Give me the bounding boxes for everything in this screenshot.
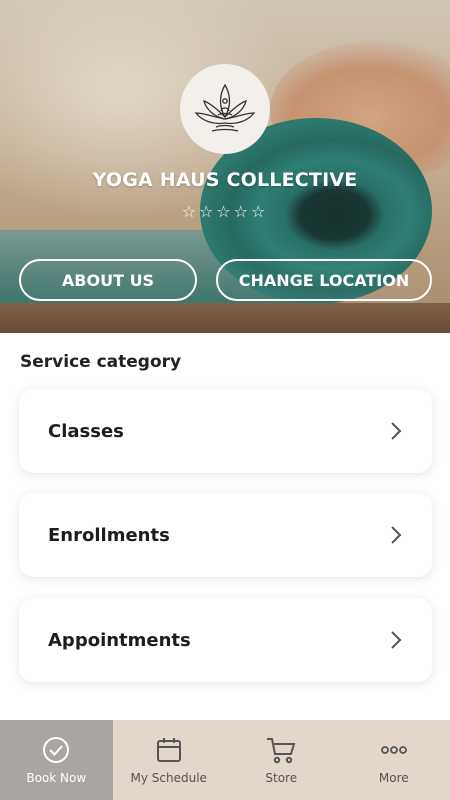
tab-label: Book Now	[26, 771, 87, 785]
about-us-button[interactable]: ABOUT US	[19, 259, 197, 301]
change-location-button[interactable]: CHANGE LOCATION	[216, 259, 432, 301]
service-card-enrollments[interactable]: Enrollments	[19, 493, 432, 577]
tab-label: More	[378, 771, 409, 785]
bottom-tab-bar: Book Now My Schedule Store More	[0, 720, 450, 800]
tab-label: Store	[265, 771, 298, 785]
tab-book-now[interactable]: Book Now	[0, 720, 113, 800]
check-circle-icon	[43, 737, 70, 763]
service-card-appointments[interactable]: Appointments	[19, 598, 432, 682]
studio-logo	[180, 64, 270, 154]
tab-label: My Schedule	[130, 771, 207, 785]
chevron-right-icon	[391, 422, 402, 440]
tab-my-schedule[interactable]: My Schedule	[113, 720, 226, 800]
chevron-right-icon	[391, 631, 402, 649]
rating-stars: ☆☆☆☆☆	[181, 202, 269, 221]
cart-icon	[267, 738, 296, 764]
service-card-classes[interactable]: Classes	[19, 389, 432, 473]
tab-store[interactable]: Store	[225, 720, 338, 800]
chevron-right-icon	[391, 526, 402, 544]
more-dots-icon	[380, 746, 407, 754]
calendar-icon	[156, 738, 181, 762]
service-card-label: Appointments	[48, 629, 191, 651]
lotus-icon	[194, 83, 256, 132]
tab-more[interactable]: More	[338, 720, 450, 800]
studio-name: YOGA HAUS COLLECTIVE	[92, 169, 358, 191]
service-card-label: Enrollments	[48, 524, 170, 546]
hero-banner: YOGA HAUS COLLECTIVE ☆☆☆☆☆ ABOUT US CHAN…	[0, 0, 450, 333]
service-category-title: Service category	[20, 352, 182, 372]
service-card-label: Classes	[48, 420, 124, 442]
